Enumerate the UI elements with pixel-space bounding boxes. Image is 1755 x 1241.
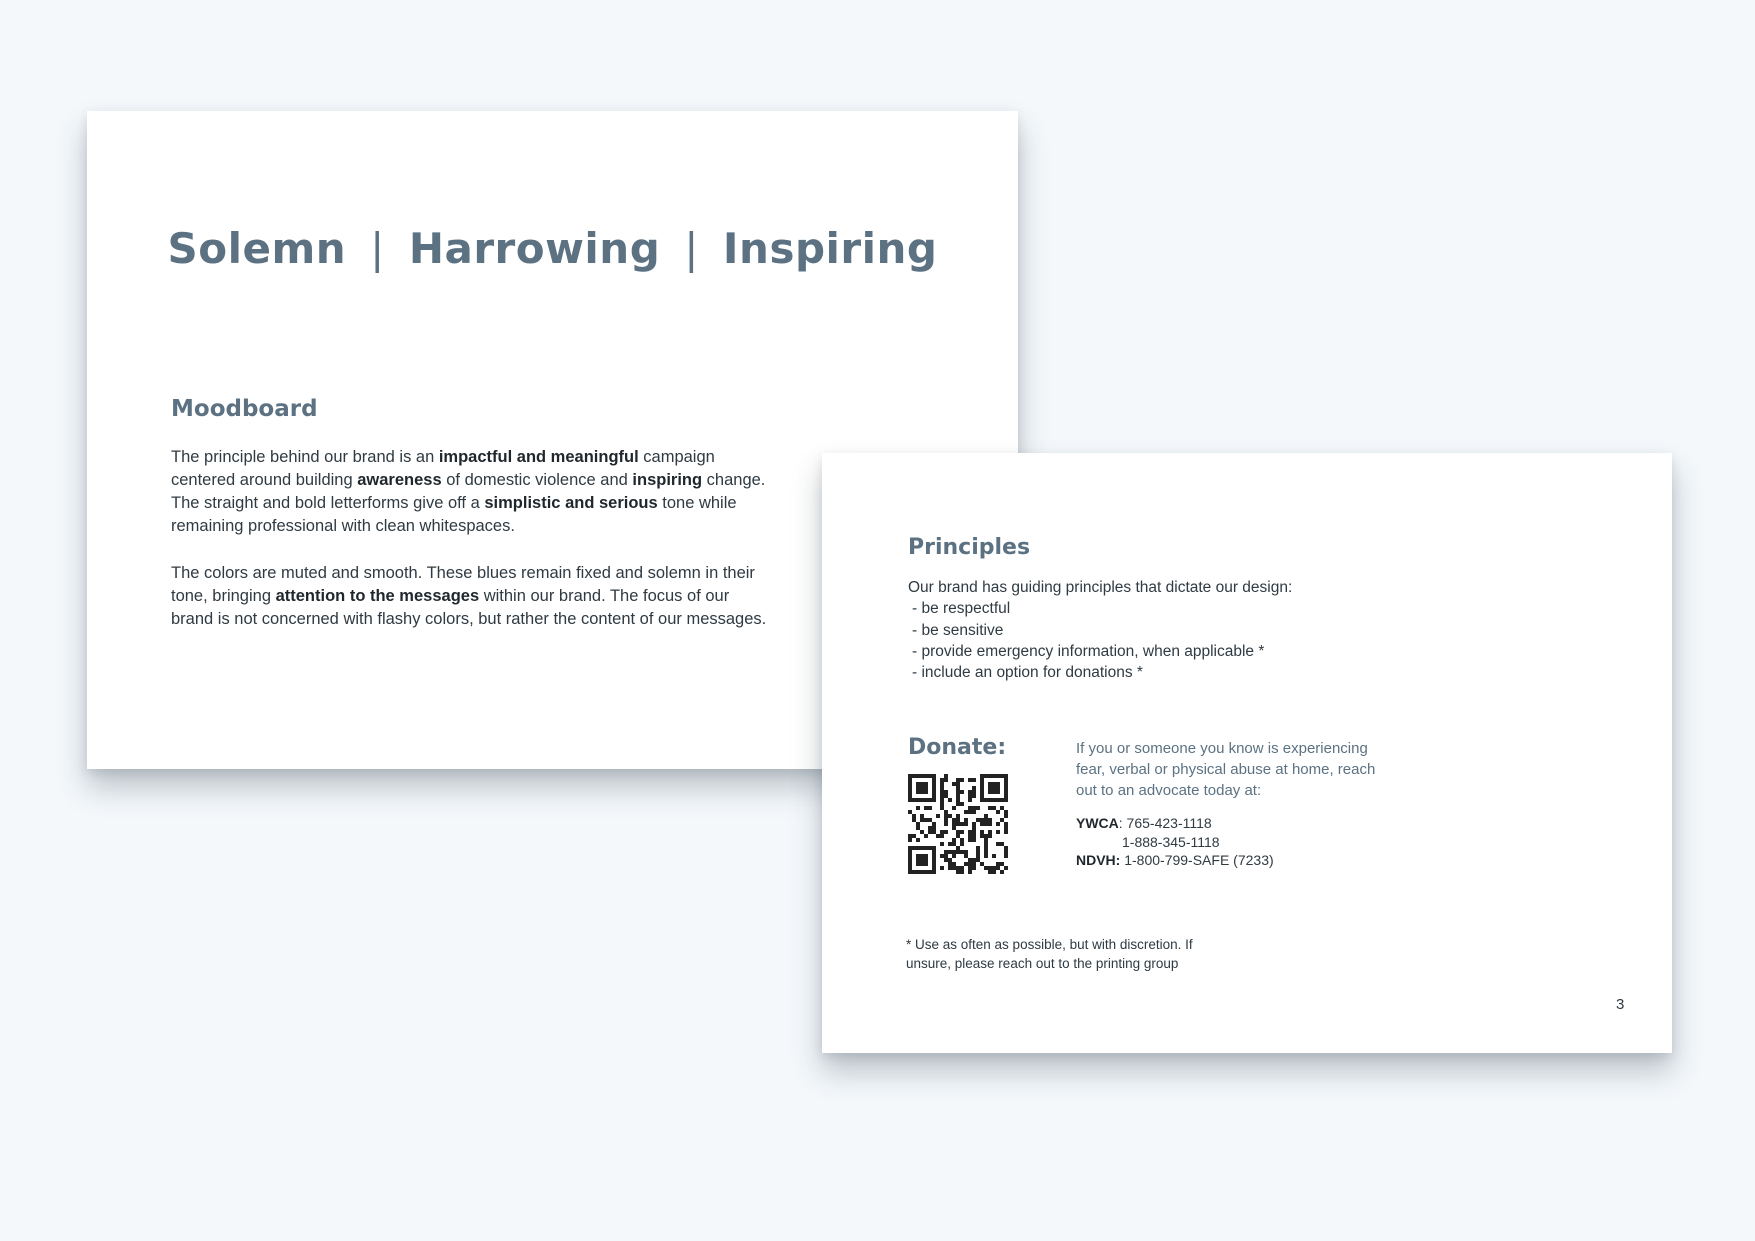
advocate-message: If you or someone you know is experienci… (1076, 740, 1376, 799)
principle-item: - be respectful (912, 600, 1011, 618)
page-number: 3 (1616, 996, 1625, 1013)
hotline-contacts: YWCA: 765-423-1118 1-888-345-1118 NDVH: … (1076, 814, 1274, 870)
moodboard-paragraph-2: The colors are muted and smooth. These b… (171, 562, 771, 631)
ndvh-label: NDVH: (1076, 852, 1121, 868)
tagline-word-solemn: Solemn (167, 224, 347, 273)
text-run: of domestic violence and (441, 471, 633, 489)
tagline-separator: | (370, 224, 385, 273)
ndvh-phone: 1-800-799-SAFE (7233) (1120, 852, 1274, 868)
donate-heading: Donate: (908, 735, 1007, 760)
text-run-bold: awareness (357, 471, 442, 489)
principles-page: Principles Our brand has guiding princip… (822, 453, 1672, 1053)
principle-item: - provide emergency information, when ap… (912, 642, 1265, 660)
moodboard-heading: Moodboard (171, 396, 318, 422)
ywca-label: YWCA (1076, 815, 1119, 831)
tagline-word-inspiring: Inspiring (722, 224, 938, 273)
tagline-separator: | (684, 224, 699, 273)
ywca-phone: : 765-423-1118 (1118, 815, 1212, 831)
ndvh-contact: NDVH: 1-800-799-SAFE (7233) (1076, 851, 1274, 870)
text-run-bold: inspiring (632, 471, 703, 489)
principles-list: Our brand has guiding principles that di… (908, 577, 1292, 683)
text-run-bold: impactful and meaningful (438, 448, 639, 466)
tagline: Solemn | Harrowing | Inspiring (87, 224, 1018, 273)
text-run-bold: attention to the messages (275, 587, 480, 605)
text-run: The principle behind our brand is an (171, 448, 439, 466)
principles-intro: Our brand has guiding principles that di… (908, 579, 1293, 596)
ywca-phone-alt: 1-888-345-1118 (1122, 833, 1220, 850)
tagline-word-harrowing: Harrowing (408, 224, 661, 273)
principles-heading: Principles (908, 535, 1031, 560)
qr-code-icon[interactable] (908, 774, 1008, 874)
moodboard-paragraph-1: The principle behind our brand is an imp… (171, 446, 771, 538)
principle-item: - include an option for donations * (912, 664, 1143, 682)
text-run-bold: simplistic and serious (484, 494, 658, 512)
footnote: * Use as often as possible, but with dis… (906, 937, 1193, 971)
principle-item: - be sensitive (912, 621, 1004, 639)
ywca-contact: YWCA: 765-423-1118 (1076, 814, 1274, 833)
